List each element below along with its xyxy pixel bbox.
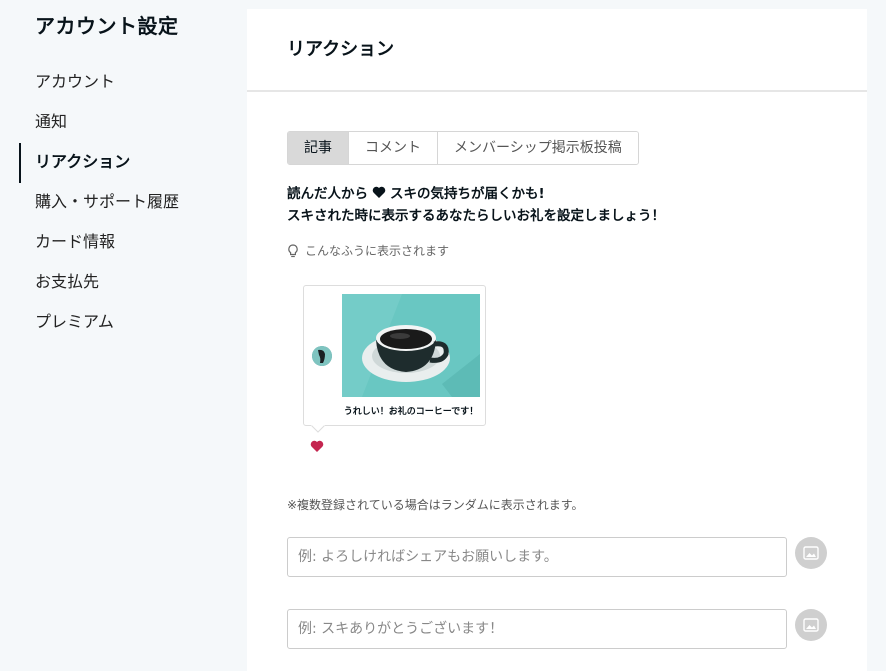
sidebar: アカウント設定 アカウント 通知 リアクション 購入・サポート履歴 カード情報 … <box>0 0 247 671</box>
coffee-image <box>342 294 480 397</box>
thanks-message-input-1[interactable] <box>287 537 787 577</box>
page-title: リアクション <box>287 39 395 60</box>
heart-icon <box>372 183 386 205</box>
hint: こんなふうに表示されます <box>287 242 449 259</box>
image-upload-button-1[interactable] <box>795 537 827 569</box>
image-upload-button-2[interactable] <box>795 609 827 641</box>
thanks-message-input-2[interactable] <box>287 609 787 649</box>
description-line2: スキされた時に表示するあなたらしいお礼を設定しましょう！ <box>287 208 665 224</box>
description-line1-before: 読んだ人から <box>287 186 368 202</box>
lightbulb-icon <box>288 243 298 257</box>
sidebar-item-notifications[interactable]: 通知 <box>35 110 67 134</box>
image-icon <box>803 546 819 560</box>
tab-bar: 記事 コメント メンバーシップ掲示板投稿 <box>287 131 639 165</box>
random-display-note: ※複数登録されている場合はランダムに表示されます。 <box>287 498 584 512</box>
heart-icon <box>310 437 324 456</box>
hint-text: こんなふうに表示されます <box>305 244 450 258</box>
sidebar-item-reactions[interactable]: リアクション <box>35 150 130 174</box>
sidebar-title: アカウント設定 <box>35 14 179 38</box>
preview-caption: うれしい！お礼のコーヒーです！ <box>343 407 479 417</box>
preview-card: うれしい！お礼のコーヒーです！ <box>303 285 486 426</box>
tab-comments[interactable]: コメント <box>349 132 438 164</box>
main-panel: リアクション 記事 コメント メンバーシップ掲示板投稿 読んだ人から スキの気持… <box>247 9 867 671</box>
sidebar-item-premium[interactable]: プレミアム <box>35 310 114 334</box>
avatar <box>312 346 332 366</box>
tab-membership-board-posts[interactable]: メンバーシップ掲示板投稿 <box>438 132 638 164</box>
description: 読んだ人から スキの気持ちが届くかも! スキされた時に表示するあなたらしいお礼を… <box>287 183 665 227</box>
sidebar-item-purchase-history[interactable]: 購入・サポート履歴 <box>35 190 179 214</box>
active-indicator <box>19 143 21 183</box>
sidebar-item-account[interactable]: アカウント <box>35 70 115 94</box>
image-icon <box>803 618 819 632</box>
sidebar-item-card-info[interactable]: カード情報 <box>35 230 115 254</box>
sidebar-item-payee[interactable]: お支払先 <box>35 270 99 294</box>
tab-articles[interactable]: 記事 <box>288 132 349 164</box>
main-header: リアクション <box>247 9 867 92</box>
description-line1-after: スキの気持ちが届くかも! <box>390 186 545 202</box>
card-tail <box>311 425 325 433</box>
